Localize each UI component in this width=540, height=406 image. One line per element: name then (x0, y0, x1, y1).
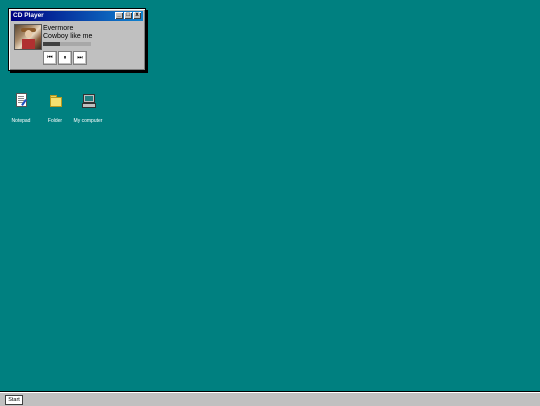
song-title: Cowboy like me (43, 33, 93, 40)
previous-track-button[interactable]: ⏮ (43, 51, 57, 65)
desktop-icon-label: My computer (73, 118, 103, 124)
window-titlebar[interactable]: CD Player _ □ x (11, 11, 143, 21)
window-title: CD Player (13, 12, 44, 19)
album-art (14, 24, 42, 50)
pause-button[interactable]: ⏸ (58, 51, 72, 65)
folder-icon (48, 93, 62, 107)
desktop-icon-my-computer[interactable]: My computer (73, 93, 103, 124)
close-button[interactable]: x (133, 12, 141, 19)
desktop-icon-label: Folder (47, 118, 63, 124)
notepad-icon (14, 93, 28, 107)
desktop-icon-notepad[interactable]: Notepad (6, 93, 36, 124)
desktop-icon-label: Notepad (11, 118, 31, 124)
desktop-icon-folder[interactable]: Folder (40, 93, 70, 124)
cd-player-window[interactable]: CD Player _ □ x Evermore Cowboy like me … (8, 8, 146, 71)
progress-bar[interactable] (43, 42, 91, 46)
start-button[interactable]: Start (5, 395, 23, 405)
maximize-button[interactable]: □ (124, 12, 132, 19)
minimize-button[interactable]: _ (115, 12, 123, 19)
progress-fill (43, 42, 61, 46)
taskbar: Start (0, 391, 540, 406)
next-track-button[interactable]: ⏭ (73, 51, 87, 65)
computer-icon (81, 93, 96, 108)
